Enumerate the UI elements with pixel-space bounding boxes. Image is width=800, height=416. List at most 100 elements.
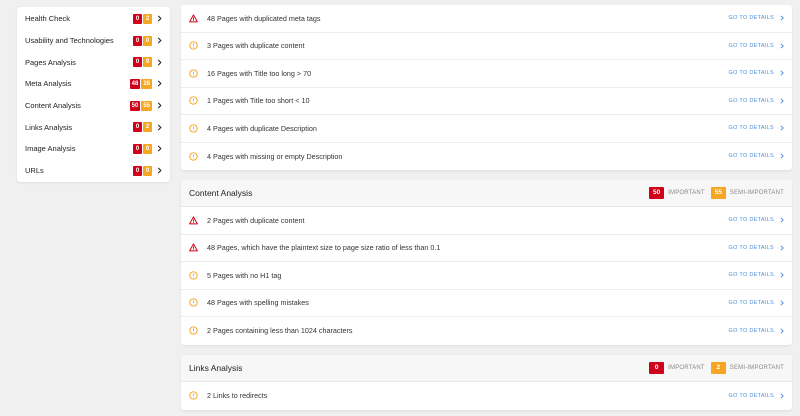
chevron-right-icon [780, 43, 784, 49]
issue-text: 48 Pages with duplicated meta tags [207, 13, 321, 23]
go-to-details-link[interactable]: GO TO DETAILS [729, 153, 784, 159]
issue-row: 5 Pages with no H1 tag GO TO DETAILS [181, 262, 792, 290]
go-to-details-label: GO TO DETAILS [728, 244, 774, 251]
semi-important-label: SEMI-IMPORTANT [729, 190, 784, 196]
issue-list: 2 Links to redirects GO TO DETAILS [181, 382, 792, 410]
chevron-right-icon [156, 101, 162, 111]
sidebar-item-label: Pages Analysis [25, 57, 76, 67]
chevron-right-icon [156, 36, 162, 46]
go-to-details-link[interactable]: GO TO DETAILS [729, 300, 784, 306]
warning-icon [189, 243, 198, 252]
issue-row: 1 Pages with Title too short < 10 GO TO D… [181, 88, 792, 115]
issue-text: 48 Pages, which have the plaintext size … [207, 243, 441, 253]
issue-text: 5 Pages with no H1 tag [207, 270, 282, 280]
go-to-details-link[interactable]: GO TO DETAILS [729, 98, 784, 104]
card-header: Content Analysis 50 IMPORTANT 55 SEMI-IM… [181, 180, 792, 207]
issue-list: 2 Pages with duplicate content GO TO DETA… [181, 207, 792, 345]
chevron-right-icon [780, 153, 784, 159]
card-title: Links Analysis [189, 363, 243, 373]
issue-text: 2 Pages containing less than 1024 charac… [207, 326, 353, 336]
go-to-details-link[interactable]: GO TO DETAILS [729, 217, 784, 223]
go-to-details-link[interactable]: GO TO DETAILS [729, 393, 784, 399]
sidebar-item-image-analysis[interactable]: Image Analysis 0 0 [17, 138, 170, 160]
issue-row: 3 Pages with duplicate content GO TO DETA… [181, 33, 792, 60]
sidebar-item-content-analysis[interactable]: Content Analysis 50 55 [17, 95, 170, 117]
go-to-details-link[interactable]: GO TO DETAILS [729, 125, 784, 131]
issue-row: 2 Pages with duplicate content GO TO DETA… [181, 207, 792, 235]
chevron-right-icon [780, 245, 784, 251]
info-circle-icon [189, 326, 198, 335]
go-to-details-link[interactable]: GO TO DETAILS [729, 245, 784, 251]
issue-row: 4 Pages with duplicate Description GO TO … [181, 115, 792, 143]
important-count-badge: 0 [133, 143, 142, 154]
important-count-badge: 0 [133, 35, 142, 46]
important-count-badge: 0 [133, 57, 142, 68]
go-to-details-label: GO TO DETAILS [728, 217, 774, 224]
sidebar-item-label: Health Check [25, 14, 71, 24]
sidebar-item-urls[interactable]: URLs 0 0 [17, 160, 170, 182]
chevron-right-icon [780, 300, 784, 306]
semi-important-label: SEMI-IMPORTANT [729, 365, 784, 371]
sidebar-item-label: Usability and Technologies [25, 36, 114, 46]
important-badge: 0 [649, 362, 665, 374]
links-analysis-card: Links Analysis 0 IMPORTANT 2 SEMI-IMPORT… [181, 355, 792, 410]
issue-text: 1 Pages with Title too short < 10 [207, 96, 310, 106]
go-to-details-label: GO TO DETAILS [728, 272, 774, 279]
go-to-details-link[interactable]: GO TO DETAILS [729, 15, 784, 21]
sidebar-item-meta-analysis[interactable]: Meta Analysis 48 28 [17, 73, 170, 95]
go-to-details-label: GO TO DETAILS [728, 299, 774, 306]
go-to-details-link[interactable]: GO TO DETAILS [729, 43, 784, 49]
chevron-right-icon [780, 15, 784, 21]
go-to-details-label: GO TO DETAILS [728, 42, 774, 49]
info-circle-icon [189, 298, 198, 307]
chevron-right-icon [156, 14, 162, 24]
go-to-details-label: GO TO DETAILS [728, 392, 774, 399]
chevron-right-icon [780, 217, 784, 223]
issue-row: 48 Pages with spelling mistakes GO TO DET… [181, 290, 792, 317]
issue-row: 2 Links to redirects GO TO DETAILS [181, 382, 792, 410]
semi-important-count-badge: 0 [143, 165, 152, 176]
important-count-badge: 0 [133, 13, 142, 24]
chevron-right-icon [780, 393, 784, 399]
semi-important-count-badge: 28 [141, 78, 152, 89]
issue-row: 4 Pages with missing or empty Descriptio… [181, 143, 792, 171]
sidebar-item-pages-analysis[interactable]: Pages Analysis 0 9 [17, 51, 170, 73]
issue-text: 4 Pages with duplicate Description [207, 123, 317, 133]
sidebar-item-label: URLs [25, 166, 44, 176]
sidebar-item-links-analysis[interactable]: Links Analysis 0 2 [17, 116, 170, 138]
semi-important-count-badge: 9 [143, 57, 152, 68]
go-to-details-label: GO TO DETAILS [728, 153, 774, 160]
issue-text: 2 Pages with duplicate content [207, 215, 305, 225]
sidebar-item-health-check[interactable]: Health Check 0 2 [17, 8, 170, 30]
important-count-badge: 48 [129, 78, 141, 89]
semi-important-count-badge: 2 [143, 122, 152, 133]
card-title: Content Analysis [189, 188, 253, 198]
important-count-badge: 0 [133, 165, 142, 176]
sidebar-item-label: Links Analysis [25, 122, 73, 132]
info-circle-icon [189, 96, 198, 105]
go-to-details-label: GO TO DETAILS [728, 125, 774, 132]
go-to-details-link[interactable]: GO TO DETAILS [729, 70, 784, 76]
issue-text: 48 Pages with spelling mistakes [207, 298, 309, 308]
issue-row: 48 Pages, which have the plaintext size … [181, 235, 792, 262]
issue-row: 16 Pages with Title too long > 70 GO TO D… [181, 60, 792, 88]
semi-important-count-badge: 2 [143, 13, 152, 24]
chevron-right-icon [156, 79, 162, 89]
sidebar-item-usability-and-technologies[interactable]: Usability and Technologies 0 0 [17, 30, 170, 52]
semi-important-badge: 2 [710, 362, 726, 374]
chevron-right-icon [156, 122, 162, 132]
go-to-details-link[interactable]: GO TO DETAILS [729, 328, 784, 334]
meta-analysis-card: 48 Pages with duplicated meta tags GO TO … [181, 5, 792, 170]
important-label: IMPORTANT [668, 365, 705, 371]
issue-row: 2 Pages containing less than 1024 charac… [181, 317, 792, 345]
issue-row: 48 Pages with duplicated meta tags GO TO … [181, 5, 792, 33]
chevron-right-icon [780, 70, 784, 76]
go-to-details-label: GO TO DETAILS [728, 97, 774, 104]
sidebar-item-label: Meta Analysis [25, 79, 72, 89]
content-analysis-card: Content Analysis 50 IMPORTANT 55 SEMI-IM… [181, 180, 792, 345]
chevron-right-icon [780, 272, 784, 278]
info-circle-icon [189, 271, 198, 280]
go-to-details-link[interactable]: GO TO DETAILS [729, 272, 784, 278]
go-to-details-label: GO TO DETAILS [728, 327, 774, 334]
warning-icon [189, 14, 198, 23]
